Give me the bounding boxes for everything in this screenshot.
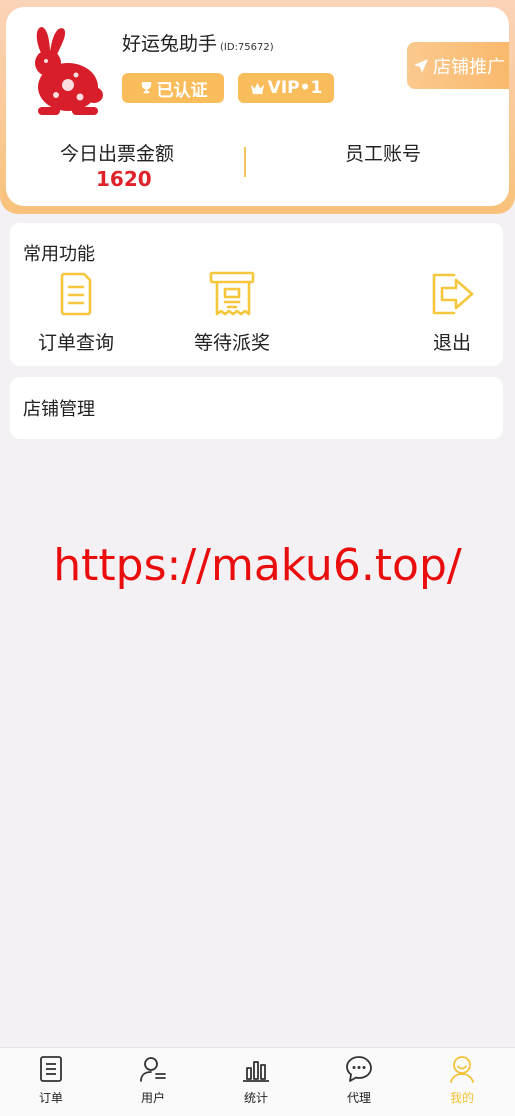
tab-agents-label: 代理 [346,1091,371,1105]
order-query-button[interactable]: 订单查询 [34,270,118,360]
rabbit-avatar-icon [35,27,103,115]
profile-name: 好运兔助手 (ID:75672) [122,29,274,56]
common-functions-title: 常用功能 [23,244,95,265]
order-icon [40,1056,62,1082]
trophy-icon [141,81,151,93]
today-amount-value: 1620 [96,167,152,191]
profile-name-text: 好运兔助手 [122,33,218,55]
profile-card: 好运兔助手 (ID:75672) 已认证 VIP•1 店铺推广 今日出票金额 16… [6,7,509,206]
send-arrow-icon [414,58,428,73]
common-functions-card: 常用功能 订单查询 等待派奖 退出 [10,223,503,366]
today-amount-label: 今日出票金额 [60,143,175,165]
chat-icon [346,1056,372,1082]
logout-label: 退出 [432,332,471,354]
certified-badge: 已认证 [122,73,224,103]
await-payout-label: 等待派奖 [193,332,270,354]
profile-icon [450,1056,474,1083]
chart-icon [243,1061,269,1082]
shop-management-title: 店铺管理 [23,399,95,420]
tab-users-label: 用户 [140,1091,165,1105]
bottom-tab-bar: 订单 用户 统计 代理 我的 [0,1047,515,1116]
vip-badge-label: VIP•1 [267,78,323,98]
tab-agents[interactable]: 代理 [329,1054,389,1106]
user-icon [140,1057,166,1082]
tab-orders-label: 订单 [38,1091,63,1105]
shop-management-card[interactable]: 店铺管理 [10,377,503,439]
tab-mine-label: 我的 [449,1091,474,1105]
tab-mine[interactable]: 我的 [432,1054,492,1106]
shop-promotion-label: 店铺推广 [433,56,505,78]
shop-promotion-button[interactable]: 店铺推广 [407,42,509,89]
logout-button[interactable]: 退出 [422,270,482,360]
tab-orders[interactable]: 订单 [21,1054,81,1106]
vip-badge: VIP•1 [238,73,334,103]
profile-id: (ID:75672) [220,42,274,53]
order-query-label: 订单查询 [37,332,114,354]
receipt-icon [209,271,255,316]
watermark-url: https://maku6.top/ [53,540,462,591]
await-payout-button[interactable]: 等待派奖 [190,270,274,360]
tab-users[interactable]: 用户 [123,1054,183,1106]
document-icon [60,272,92,316]
exit-icon [432,273,474,315]
staff-account-link[interactable]: 员工账号 [345,139,421,166]
tab-statistics[interactable]: 统计 [226,1054,286,1106]
tab-statistics-label: 统计 [243,1091,268,1105]
crown-icon [250,82,264,94]
certified-badge-label: 已认证 [156,80,208,101]
stat-divider [244,147,246,177]
